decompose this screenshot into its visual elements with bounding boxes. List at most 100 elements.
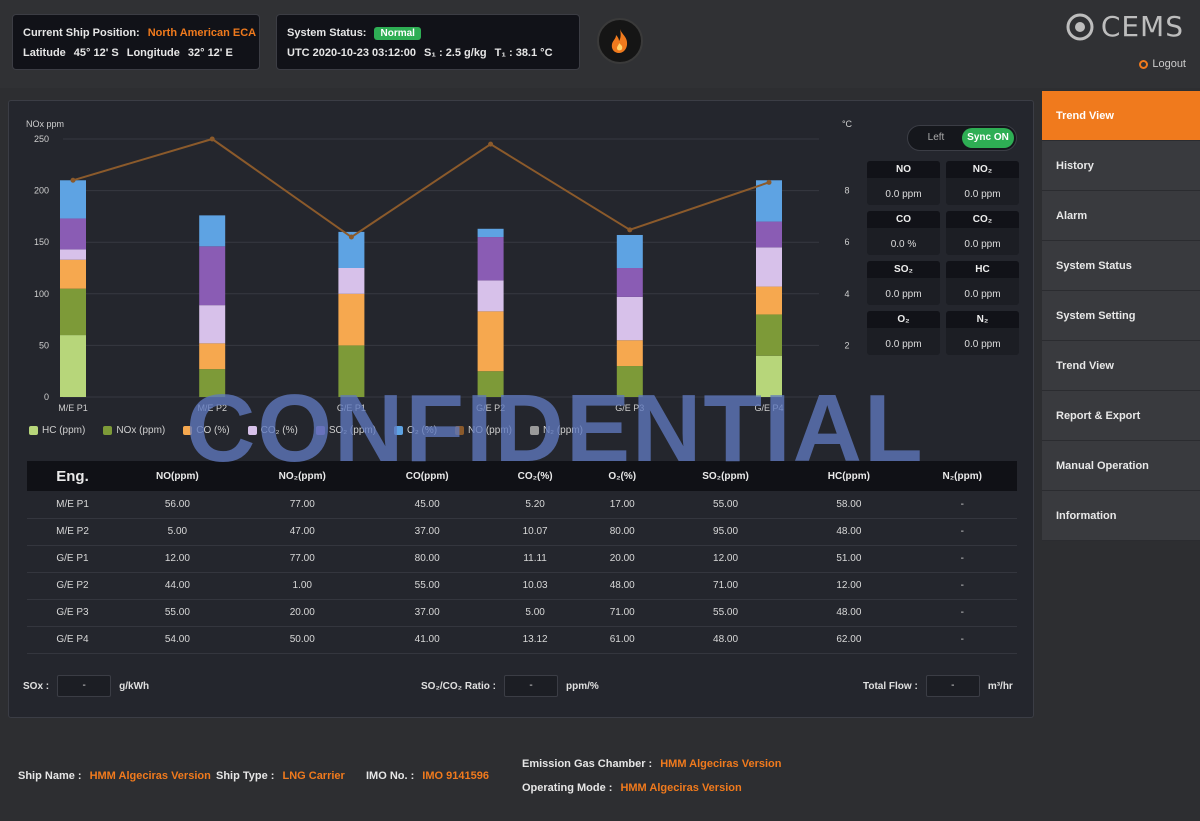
- legend-item[interactable]: SO₂ (ppm): [315, 425, 377, 436]
- ship-name-label: Ship Name :: [18, 770, 82, 782]
- y-tick-label: 100: [34, 289, 49, 299]
- x-tick-label: G/E P1: [337, 403, 366, 413]
- table-cell: -: [907, 599, 1017, 627]
- toggle-left-option[interactable]: Left: [910, 128, 962, 148]
- emission-label: Emission Gas Chamber :: [522, 758, 653, 770]
- main-panel: 0 50 100 150 200 250 2 4 6 8 NOx ppm °C M/E P1 M/E P2…: [8, 100, 1034, 718]
- utc-time: UTC 2020-10-23 03:12:00: [287, 47, 417, 59]
- emission-chamber-field: Emission Gas Chamber : HMM Algeciras Ver…: [522, 758, 781, 770]
- sidebar-item-trend-view[interactable]: Trend View: [1042, 91, 1200, 141]
- y2-tick-label: 4: [844, 289, 849, 299]
- sidebar-item-manual-operation[interactable]: Manual Operation: [1042, 441, 1200, 491]
- logout-link[interactable]: Logout: [1139, 58, 1186, 70]
- legend-item[interactable]: CO₂ (%): [247, 425, 298, 436]
- sync-toggle[interactable]: Left Sync ON: [907, 125, 1017, 151]
- table-cell: 12.00: [118, 545, 237, 573]
- imo-field: IMO No. : IMO 9141596: [366, 770, 489, 782]
- stat-value: 0.0 ppm: [885, 189, 922, 200]
- table-cell: 54.00: [118, 626, 237, 654]
- table-row: G/E P2 44.00 1.00 55.00 10.03 48.00 71.00 12.00…: [27, 572, 1017, 600]
- ratio-field[interactable]: -: [504, 675, 558, 697]
- bar-segment: [60, 259, 86, 289]
- bar-segment: [199, 215, 226, 247]
- table-cell: 12.00: [790, 572, 908, 600]
- table-cell: 80.00: [583, 518, 661, 546]
- table-cell: 55.00: [660, 599, 791, 627]
- sox-field[interactable]: -: [57, 675, 112, 697]
- table-cell: 37.00: [367, 599, 487, 627]
- legend-item[interactable]: CO (%): [183, 425, 230, 436]
- sidebar-item-alarm[interactable]: Alarm: [1042, 191, 1200, 241]
- legend-label: SO₂ (ppm): [328, 425, 377, 436]
- fire-alarm-button[interactable]: [597, 18, 643, 64]
- stat-label: SO₂: [867, 261, 940, 278]
- toggle-sync-option[interactable]: Sync ON: [962, 128, 1014, 148]
- bar-segment: [756, 247, 782, 287]
- y-tick-label: 200: [34, 186, 49, 196]
- col-header: NO₂(ppm): [236, 461, 368, 491]
- sidebar-item-system-status[interactable]: System Status: [1042, 241, 1200, 291]
- sidebar-item-information[interactable]: Information: [1042, 491, 1200, 541]
- legend-item[interactable]: N₂ (ppm): [529, 425, 583, 436]
- logo-text: CEMS: [1100, 10, 1184, 43]
- legend-swatch: [455, 426, 465, 435]
- legend-swatch: [315, 426, 325, 435]
- table-row: G/E P3 55.00 20.00 37.00 5.00 71.00 55.00 48.00…: [27, 599, 1017, 627]
- legend-item[interactable]: NO (ppm): [455, 425, 512, 436]
- t-reading: T₁ : 38.1 °C: [494, 47, 553, 59]
- legend-item[interactable]: O₂ (%): [394, 425, 437, 436]
- bar-segment: [60, 249, 86, 260]
- table-cell: 48.00: [660, 626, 791, 654]
- table-cell: 1.00: [236, 572, 368, 600]
- bar-segment: [756, 286, 782, 315]
- legend-item[interactable]: NOx (ppm): [103, 425, 165, 436]
- table-cell: 95.00: [660, 518, 791, 546]
- legend-swatch: [103, 426, 113, 435]
- bar-segment: [199, 246, 226, 306]
- sidebar-item-history[interactable]: History: [1042, 141, 1200, 191]
- mode-value: HMM Algeciras Version: [620, 782, 742, 794]
- flow-field[interactable]: -: [925, 675, 980, 697]
- table-cell: 50.00: [236, 626, 368, 654]
- table-cell: 71.00: [660, 572, 791, 600]
- table-cell: 55.00: [118, 599, 237, 627]
- sidebar-item-trend-view-2[interactable]: Trend View: [1042, 341, 1200, 391]
- table-cell: 62.00: [790, 626, 908, 654]
- bar-segment: [616, 268, 643, 297]
- stat-label: HC: [946, 261, 1019, 278]
- stat-card: N₂ 0.0 ppm: [946, 311, 1019, 355]
- sox-unit: g/kWh: [119, 680, 150, 692]
- logo-globe-icon: [1066, 13, 1094, 40]
- table-cell: 20.00: [583, 545, 661, 573]
- legend-swatch: [394, 426, 404, 435]
- sox-label: SOx :: [23, 680, 50, 692]
- bar-segment: [338, 268, 365, 294]
- flame-icon: [611, 29, 628, 53]
- sidebar-item-report-export[interactable]: Report & Export: [1042, 391, 1200, 441]
- y-tick-label: 150: [34, 237, 49, 247]
- table-cell: 47.00: [236, 518, 368, 546]
- legend-label: N₂ (ppm): [542, 425, 583, 436]
- y2-tick-label: 2: [844, 340, 849, 350]
- table-cell: 55.00: [367, 572, 487, 600]
- table-cell: 44.00: [118, 572, 237, 600]
- sidebar-nav: Trend View History Alarm System Status S…: [1042, 91, 1200, 541]
- s-reading: S₁ : 2.5 g/kg: [424, 47, 487, 59]
- sidebar-item-system-setting[interactable]: System Setting: [1042, 291, 1200, 341]
- line-point: [348, 234, 354, 240]
- line-point: [627, 227, 633, 233]
- emissions-table: Eng. NO(ppm) NO₂(ppm) CO(ppm) CO₂(%) O₂(…: [27, 461, 1017, 654]
- bar-segment: [60, 218, 86, 250]
- bar-segment: [60, 335, 86, 397]
- stat-label: O₂: [867, 311, 940, 328]
- bar-segment: [60, 288, 86, 336]
- stat-value: 0.0 %: [890, 239, 917, 250]
- table-cell: 37.00: [367, 518, 487, 546]
- col-header: HC(ppm): [790, 461, 908, 491]
- cems-logo: CEMS: [1065, 10, 1184, 43]
- legend-item[interactable]: HC (ppm): [29, 425, 85, 436]
- stat-value: 0.0 ppm: [885, 289, 922, 300]
- bar-segment: [199, 343, 226, 370]
- bar-segment: [477, 280, 504, 312]
- table-cell: 58.00: [790, 491, 908, 519]
